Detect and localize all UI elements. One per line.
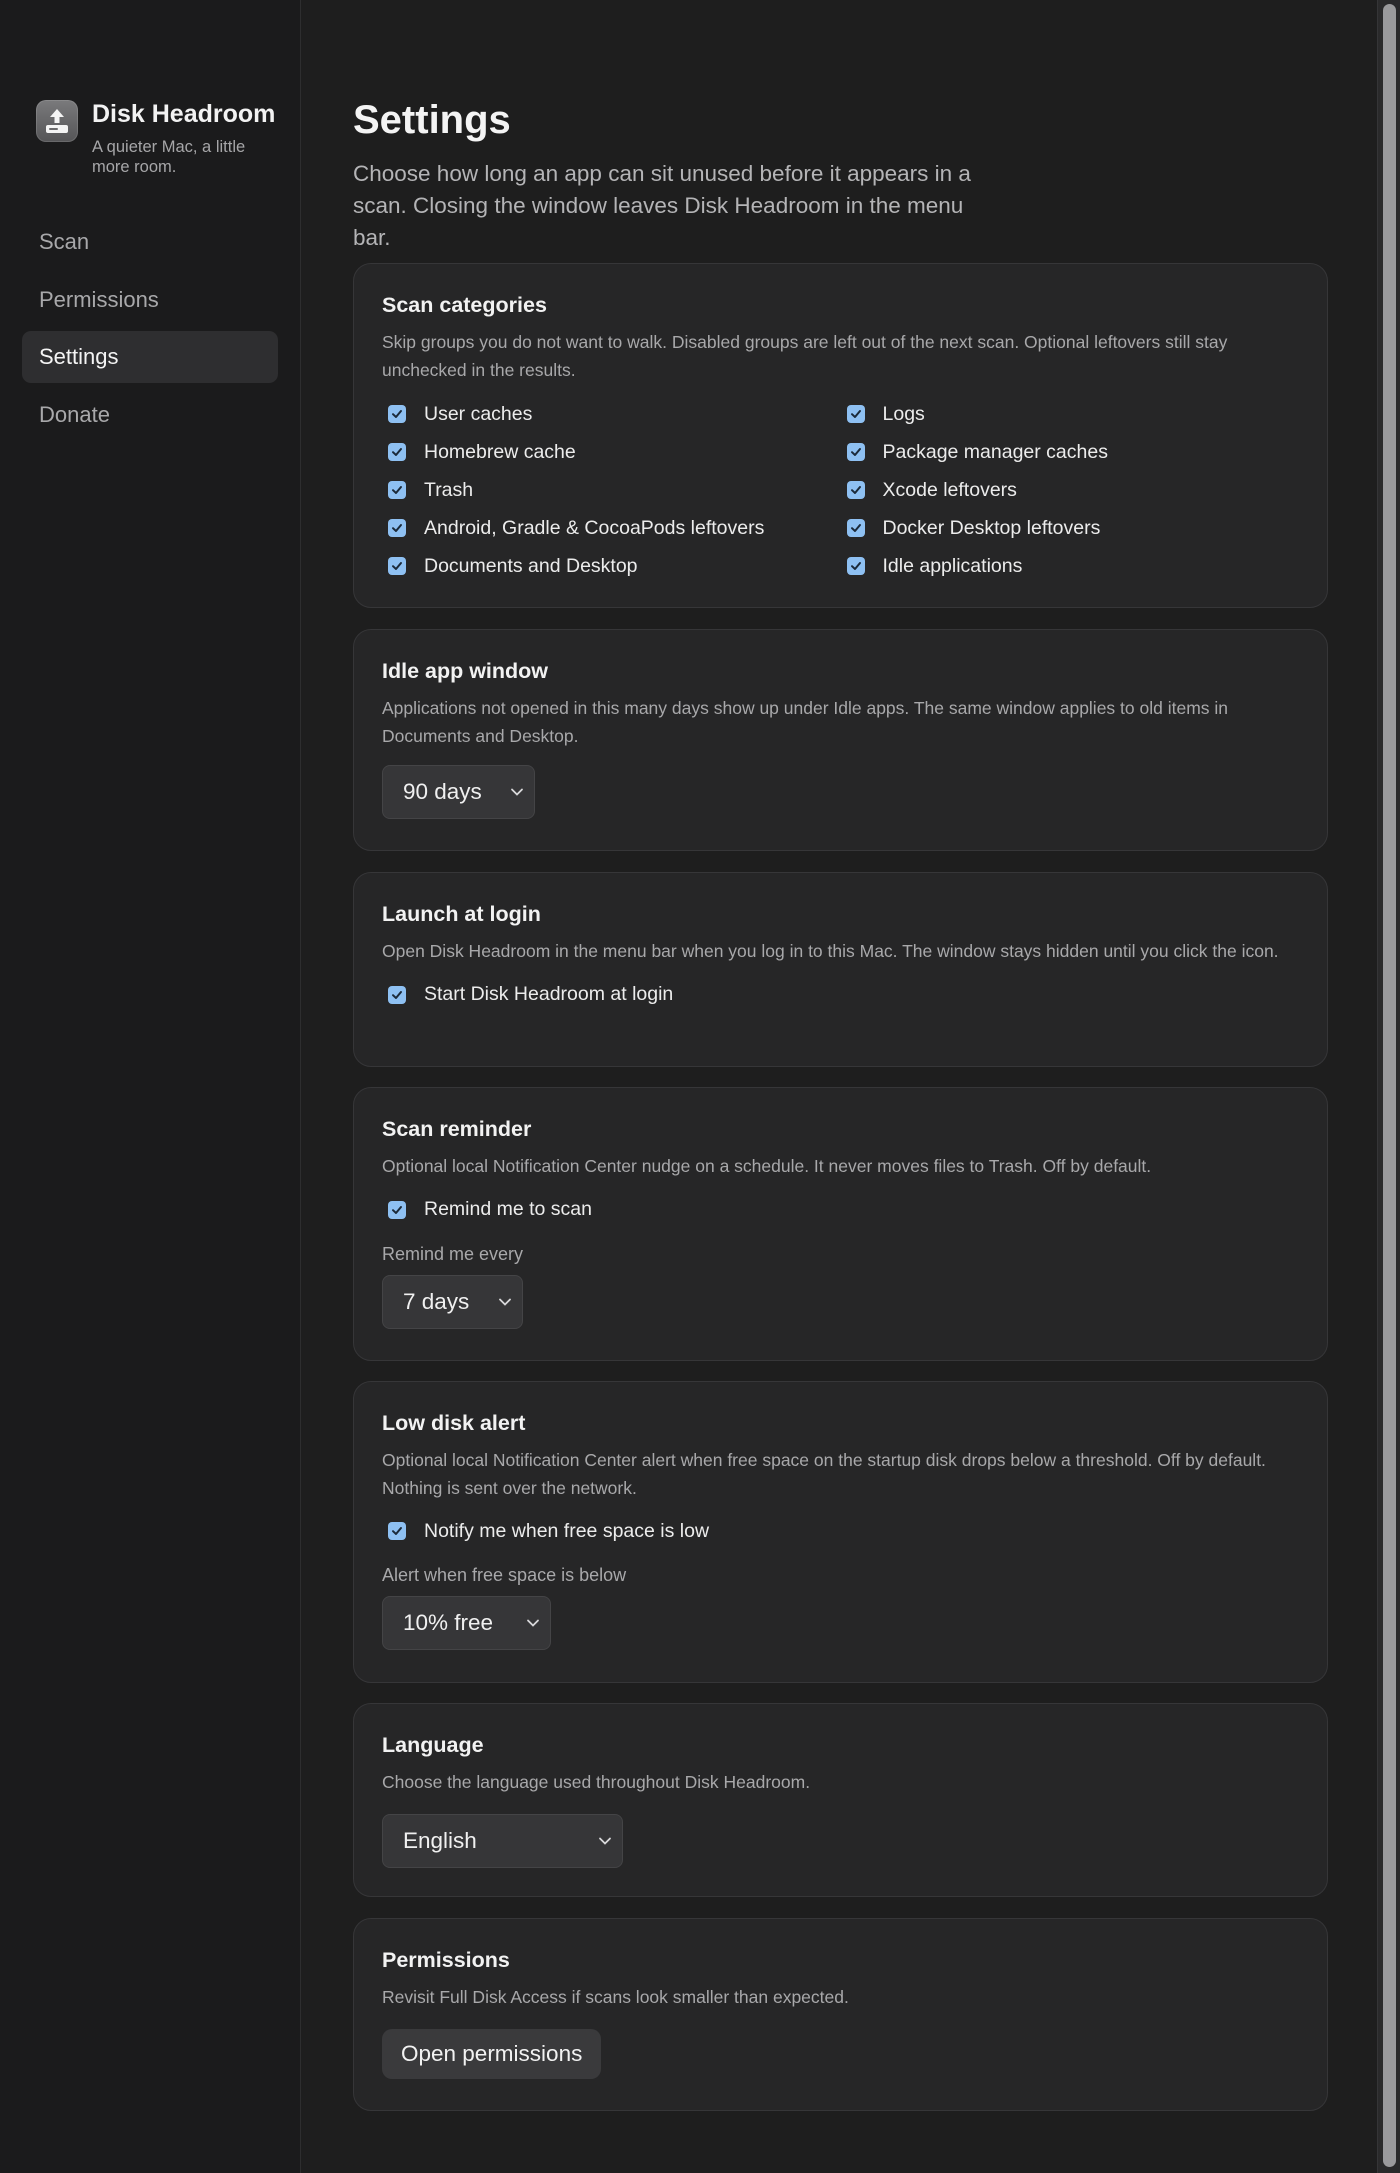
remind-interval-select[interactable]: 7 days	[382, 1274, 523, 1329]
card-title: Idle app window	[382, 659, 549, 683]
page-description: Choose how long an app can sit unused be…	[353, 161, 971, 250]
sidebar-item-settings[interactable]: Settings	[22, 331, 278, 383]
category-column-left: User caches Homebrew cache Trash Android…	[382, 395, 841, 585]
open-permissions-button[interactable]: Open permissions	[382, 2028, 602, 2079]
checkbox-checked-icon[interactable]	[388, 985, 406, 1004]
sidebar: Disk Headroom A quieter Mac, a little mo…	[0, 0, 301, 2173]
scan-reminder-card: Scan reminder Optional local Notificatio…	[353, 1087, 1328, 1361]
checkbox-checked-icon[interactable]	[846, 405, 865, 423]
card-description: Optional local Notification Center nudge…	[382, 1156, 1152, 1176]
checkbox-checked-icon[interactable]	[846, 481, 865, 499]
sidebar-item-scan[interactable]: Scan	[22, 216, 278, 268]
card-title: Scan categories	[382, 293, 547, 317]
category-checkbox-package-manager-caches[interactable]: Package manager caches	[841, 433, 1300, 471]
scan-categories-card: Scan categories Skip groups you do not w…	[353, 263, 1328, 608]
checkbox-checked-icon[interactable]	[388, 519, 406, 537]
sidebar-nav: Scan Permissions Settings Donate	[22, 216, 278, 446]
checkbox-label: Logs	[882, 402, 925, 425]
checkbox-label: Xcode leftovers	[882, 478, 1017, 501]
card-title: Launch at login	[382, 902, 541, 926]
category-checkbox-documents-desktop[interactable]: Documents and Desktop	[382, 547, 841, 585]
category-checkbox-docker-desktop-leftovers[interactable]: Docker Desktop leftovers	[841, 509, 1300, 547]
remind-to-scan-checkbox[interactable]: Remind me to scan	[382, 1191, 1299, 1229]
chevron-down-icon	[499, 1298, 511, 1306]
category-checkbox-homebrew-cache[interactable]: Homebrew cache	[382, 433, 841, 471]
card-description: Open Disk Headroom in the menu bar when …	[382, 941, 1279, 961]
checkbox-label: Remind me to scan	[424, 1198, 592, 1220]
checkbox-label: Package manager caches	[882, 440, 1108, 463]
category-checklist: User caches Homebrew cache Trash Android…	[382, 395, 1299, 585]
app-logo-icon	[36, 100, 78, 142]
card-title: Low disk alert	[382, 1411, 526, 1435]
language-select[interactable]: English	[382, 1813, 623, 1868]
checkbox-checked-icon[interactable]	[388, 1200, 406, 1219]
checkbox-label: Start Disk Headroom at login	[424, 983, 674, 1005]
card-title: Language	[382, 1733, 484, 1757]
checkbox-checked-icon[interactable]	[846, 443, 865, 461]
checkbox-checked-icon[interactable]	[388, 405, 406, 423]
page-title: Settings	[353, 98, 511, 142]
sidebar-item-donate[interactable]: Donate	[22, 389, 278, 441]
app-tagline: A quieter Mac, a little more room.	[92, 138, 246, 176]
card-description: Skip groups you do not want to walk. Dis…	[382, 332, 1228, 380]
card-description: Revisit Full Disk Access if scans look s…	[382, 1987, 849, 2007]
card-description: Choose the language used throughout Disk…	[382, 1772, 811, 1792]
idle-days-select[interactable]: 90 days	[382, 765, 535, 819]
chevron-down-icon	[527, 1619, 539, 1627]
scrollbar[interactable]	[1377, 0, 1400, 2173]
category-checkbox-xcode-leftovers[interactable]: Xcode leftovers	[841, 471, 1300, 509]
sidebar-item-permissions[interactable]: Permissions	[22, 274, 278, 326]
language-card: Language Choose the language used throug…	[353, 1703, 1328, 1897]
checkbox-label: Documents and Desktop	[424, 554, 638, 577]
category-column-right: Logs Package manager caches Xcode leftov…	[841, 395, 1300, 585]
checkbox-label: Homebrew cache	[424, 440, 576, 463]
checkbox-checked-icon[interactable]	[388, 443, 406, 461]
checkbox-checked-icon[interactable]	[846, 557, 865, 575]
card-title: Scan reminder	[382, 1117, 532, 1141]
category-checkbox-logs[interactable]: Logs	[841, 395, 1300, 433]
checkbox-label: Trash	[424, 478, 474, 501]
idle-window-card: Idle app window Applications not opened …	[353, 629, 1328, 851]
checkbox-label: Notify me when free space is low	[424, 1519, 710, 1542]
main-content: Settings Choose how long an app can sit …	[301, 0, 1377, 2173]
category-checkbox-user-caches[interactable]: User caches	[382, 395, 841, 433]
select-value: English	[403, 1827, 477, 1853]
category-checkbox-trash[interactable]: Trash	[382, 471, 841, 509]
select-value: 90 days	[403, 779, 482, 804]
checkbox-label: Idle applications	[882, 554, 1023, 577]
low-disk-alert-card: Low disk alert Optional local Notificati…	[353, 1381, 1328, 1683]
low-disk-notify-checkbox[interactable]: Notify me when free space is low	[382, 1512, 1299, 1550]
card-description: Applications not opened in this many day…	[382, 698, 1229, 746]
category-checkbox-idle-applications[interactable]: Idle applications	[841, 547, 1300, 585]
app-window: Disk Headroom A quieter Mac, a little mo…	[0, 0, 1400, 2173]
launch-at-login-card: Launch at login Open Disk Headroom in th…	[353, 872, 1328, 1067]
chevron-down-icon	[599, 1837, 611, 1845]
free-space-threshold-select[interactable]: 10% free	[382, 1596, 551, 1650]
checkbox-label: Docker Desktop leftovers	[882, 516, 1101, 539]
checkbox-checked-icon[interactable]	[846, 519, 865, 537]
card-description: Optional local Notification Center alert…	[382, 1450, 1266, 1498]
category-checkbox-android-gradle-cocoapods[interactable]: Android, Gradle & CocoaPods leftovers	[382, 509, 841, 547]
checkbox-label: User caches	[424, 402, 533, 425]
checkbox-checked-icon[interactable]	[388, 481, 406, 499]
select-value: 7 days	[403, 1288, 470, 1314]
chevron-down-icon	[511, 788, 523, 796]
field-label: Remind me every	[382, 1243, 524, 1264]
field-label: Alert when free space is below	[382, 1565, 627, 1585]
checkbox-label: Android, Gradle & CocoaPods leftovers	[424, 516, 765, 539]
select-value: 10% free	[403, 1610, 494, 1635]
permissions-card: Permissions Revisit Full Disk Access if …	[353, 1918, 1328, 2111]
checkbox-checked-icon[interactable]	[388, 1522, 406, 1540]
card-title: Permissions	[382, 1948, 510, 1972]
checkbox-checked-icon[interactable]	[388, 557, 406, 575]
app-name: Disk Headroom	[92, 100, 276, 128]
scrollbar-thumb[interactable]	[1383, 4, 1396, 2167]
launch-at-login-checkbox[interactable]: Start Disk Headroom at login	[382, 976, 1299, 1014]
